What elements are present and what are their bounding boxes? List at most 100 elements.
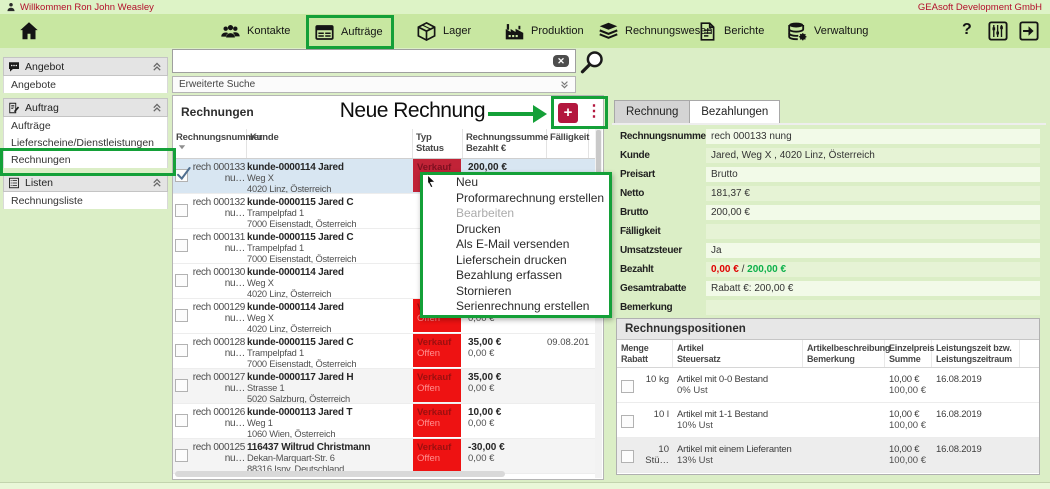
position-row[interactable]: 10 Stü…Artikel mit einem Lieferanten13% … — [617, 438, 1039, 473]
row-checkbox[interactable] — [175, 274, 188, 287]
field-label: Fälligkeit — [620, 226, 706, 237]
customer-cell: kunde-0000114 JaredWeg X4020 Linz, Öster… — [247, 299, 413, 333]
position-checkbox[interactable] — [621, 450, 634, 463]
accounting-icon — [598, 21, 619, 42]
positions-column-header[interactable]: Artikel Steuersatz — [673, 340, 803, 367]
customer-city: 1060 Wien, Österreich — [247, 429, 413, 439]
row-checkbox[interactable] — [175, 414, 188, 427]
status-type: Verkauf — [417, 337, 461, 348]
nav-item-verwaltung[interactable]: Verwaltung — [787, 14, 868, 48]
horizontal-scrollbar[interactable] — [175, 471, 505, 477]
sidebar-group-angebot[interactable]: Angebot — [3, 57, 168, 76]
sidebar-item-label: Rechnungsliste — [11, 195, 83, 207]
service-date: 16.08.2019 — [932, 368, 1020, 385]
nav-item-rechnungswesen[interactable]: Rechnungswesen — [598, 14, 712, 48]
position-extra-cell — [1020, 368, 1039, 402]
chevron-double-up-icon — [152, 178, 162, 188]
position-row[interactable]: 10 kgArtikel mit 0-0 Bestand0% Ust10,00 … — [617, 368, 1039, 403]
new-invoice-button[interactable]: + — [558, 103, 578, 123]
help-button[interactable]: ? — [962, 21, 972, 39]
search-input[interactable] — [172, 49, 576, 73]
menu-item-als-e-mail-versenden[interactable]: Als E-Mail versenden — [423, 237, 609, 253]
menu-item-serienrechnung-erstellen[interactable]: Serienrechnung erstellen — [423, 299, 609, 315]
positions-column-header[interactable]: Artikelbeschreibung Bemerkung — [803, 340, 885, 367]
field-value: 200,00 € — [706, 205, 1040, 220]
customer-city: 7000 Eisenstadt, Österreich — [247, 219, 413, 229]
customer-name: kunde-0000114 Jared — [247, 264, 413, 278]
row-checkbox[interactable] — [175, 309, 188, 322]
line-total: 100,00 € — [885, 420, 932, 431]
paid-amount: 0,00 € — [711, 264, 739, 275]
row-checkbox[interactable] — [175, 344, 188, 357]
position-article-cell: Artikel mit einem Lieferanten13% Ust — [673, 438, 803, 472]
row-checkbox[interactable] — [175, 379, 188, 392]
tab-rechnung[interactable]: Rechnung — [614, 100, 690, 124]
warehouse-icon — [416, 21, 437, 42]
menu-item-neu[interactable]: Neu — [423, 175, 609, 191]
column-header[interactable]: Fälligkeit — [547, 129, 589, 158]
invoice-row[interactable]: rech 000126 nu…kunde-0000113 Jared TWeg … — [173, 404, 597, 439]
menu-item-bezahlung-erfassen[interactable]: Bezahlung erfassen — [423, 268, 609, 284]
nav-item-aufträge[interactable]: Aufträge — [306, 15, 394, 49]
sidebar-item-lieferscheine-dienstleistungen[interactable]: Lieferscheine/Dienstleistungen — [3, 134, 168, 151]
customer-cell: 116437 Wiltrud ChristmannDekan-Marquart-… — [247, 439, 413, 473]
more-options-icon[interactable]: ⋮ — [586, 101, 602, 123]
row-checkbox[interactable] — [175, 204, 188, 217]
sidebar-item-auftr-ge[interactable]: Aufträge — [3, 117, 168, 134]
nav-item-kontakte[interactable]: Kontakte — [220, 14, 290, 48]
positions-column-header[interactable]: Menge Rabatt — [617, 340, 673, 367]
sidebar-group-auftrag[interactable]: Auftrag — [3, 98, 168, 117]
home-icon[interactable] — [18, 20, 40, 42]
row-checkbox[interactable] — [175, 239, 188, 252]
field-label: Brutto — [620, 207, 706, 218]
context-menu: NeuProformarechnung erstellenBearbeitenD… — [420, 172, 612, 318]
row-checkbox[interactable] — [175, 169, 188, 182]
menu-item-lieferschein-drucken[interactable]: Lieferschein drucken — [423, 253, 609, 269]
customer-city: 5020 Salzburg, Österreich — [247, 394, 413, 404]
position-checkbox[interactable] — [621, 415, 634, 428]
nav-item-lager[interactable]: Lager — [416, 14, 471, 48]
field-label: Bezahlt — [620, 264, 706, 275]
menu-item-drucken[interactable]: Drucken — [423, 222, 609, 238]
nav-item-berichte[interactable]: Berichte — [697, 14, 764, 48]
sidebar-item-rechnungen[interactable]: Rechnungen — [3, 151, 168, 168]
search-icon[interactable] — [579, 49, 605, 75]
position-quantity-cell: 10 l — [617, 403, 673, 437]
detail-field-row: KundeJared, Weg X , 4020 Linz, Österreic… — [620, 146, 1046, 165]
positions-column-header[interactable]: Leistungszeit bzw. Leistungszeitraum — [932, 340, 1020, 367]
positions-column-header[interactable]: Einzelpreis Summe — [885, 340, 932, 367]
customer-cell: kunde-0000115 Jared CTrampelpfad 17000 E… — [247, 194, 413, 228]
settings-icon[interactable] — [987, 20, 1009, 42]
field-value: Rabatt €: 200,00 € — [706, 281, 1040, 296]
column-header[interactable]: Rechnungsnummer — [173, 129, 247, 158]
field-value: Jared, Weg X , 4020 Linz, Österreich — [706, 148, 1040, 163]
customer-address: Weg X — [247, 278, 413, 289]
paid-amount: 0,00 € — [463, 453, 547, 464]
column-header[interactable]: Typ Status — [413, 129, 463, 158]
customer-cell: kunde-0000117 Jared HStrasse 15020 Salzb… — [247, 369, 413, 403]
sidebar-item-label: Rechnungen — [11, 154, 71, 166]
sidebar-item-rechnungsliste[interactable]: Rechnungsliste — [3, 192, 168, 209]
invoice-row[interactable]: rech 000127 nu…kunde-0000117 Jared HStra… — [173, 369, 597, 404]
invoice-number-cell: rech 000131 nu… — [173, 229, 247, 263]
invoice-row[interactable]: rech 000128 nu…kunde-0000115 Jared CTram… — [173, 334, 597, 369]
sidebar-group-listen[interactable]: Listen — [3, 173, 168, 192]
column-header[interactable]: Kunde — [247, 129, 413, 158]
clear-search-icon[interactable]: ✕ — [553, 55, 569, 67]
customer-name: kunde-0000117 Jared H — [247, 369, 413, 383]
tab-bezahlungen[interactable]: Bezahlungen — [689, 100, 780, 124]
sidebar-item-angebote[interactable]: Angebote — [3, 76, 168, 93]
invoice-row[interactable]: rech 000125 nu…116437 Wiltrud Christmann… — [173, 439, 597, 474]
status-badge: VerkaufOffen — [413, 404, 461, 437]
menu-item-proformarechnung-erstellen[interactable]: Proformarechnung erstellen — [423, 191, 609, 207]
nav-item-label: Verwaltung — [814, 25, 868, 37]
field-value — [706, 224, 1040, 239]
column-header[interactable]: Rechnungssumme Bezahlt € — [463, 129, 547, 158]
nav-item-produktion[interactable]: Produktion — [504, 14, 584, 48]
advanced-search-bar[interactable]: Erweiterte Suche — [172, 76, 576, 93]
logout-icon[interactable] — [1018, 20, 1040, 42]
row-checkbox[interactable] — [175, 449, 188, 462]
position-row[interactable]: 10 lArtikel mit 1-1 Bestand10% Ust10,00 … — [617, 403, 1039, 438]
menu-item-stornieren[interactable]: Stornieren — [423, 284, 609, 300]
position-checkbox[interactable] — [621, 380, 634, 393]
